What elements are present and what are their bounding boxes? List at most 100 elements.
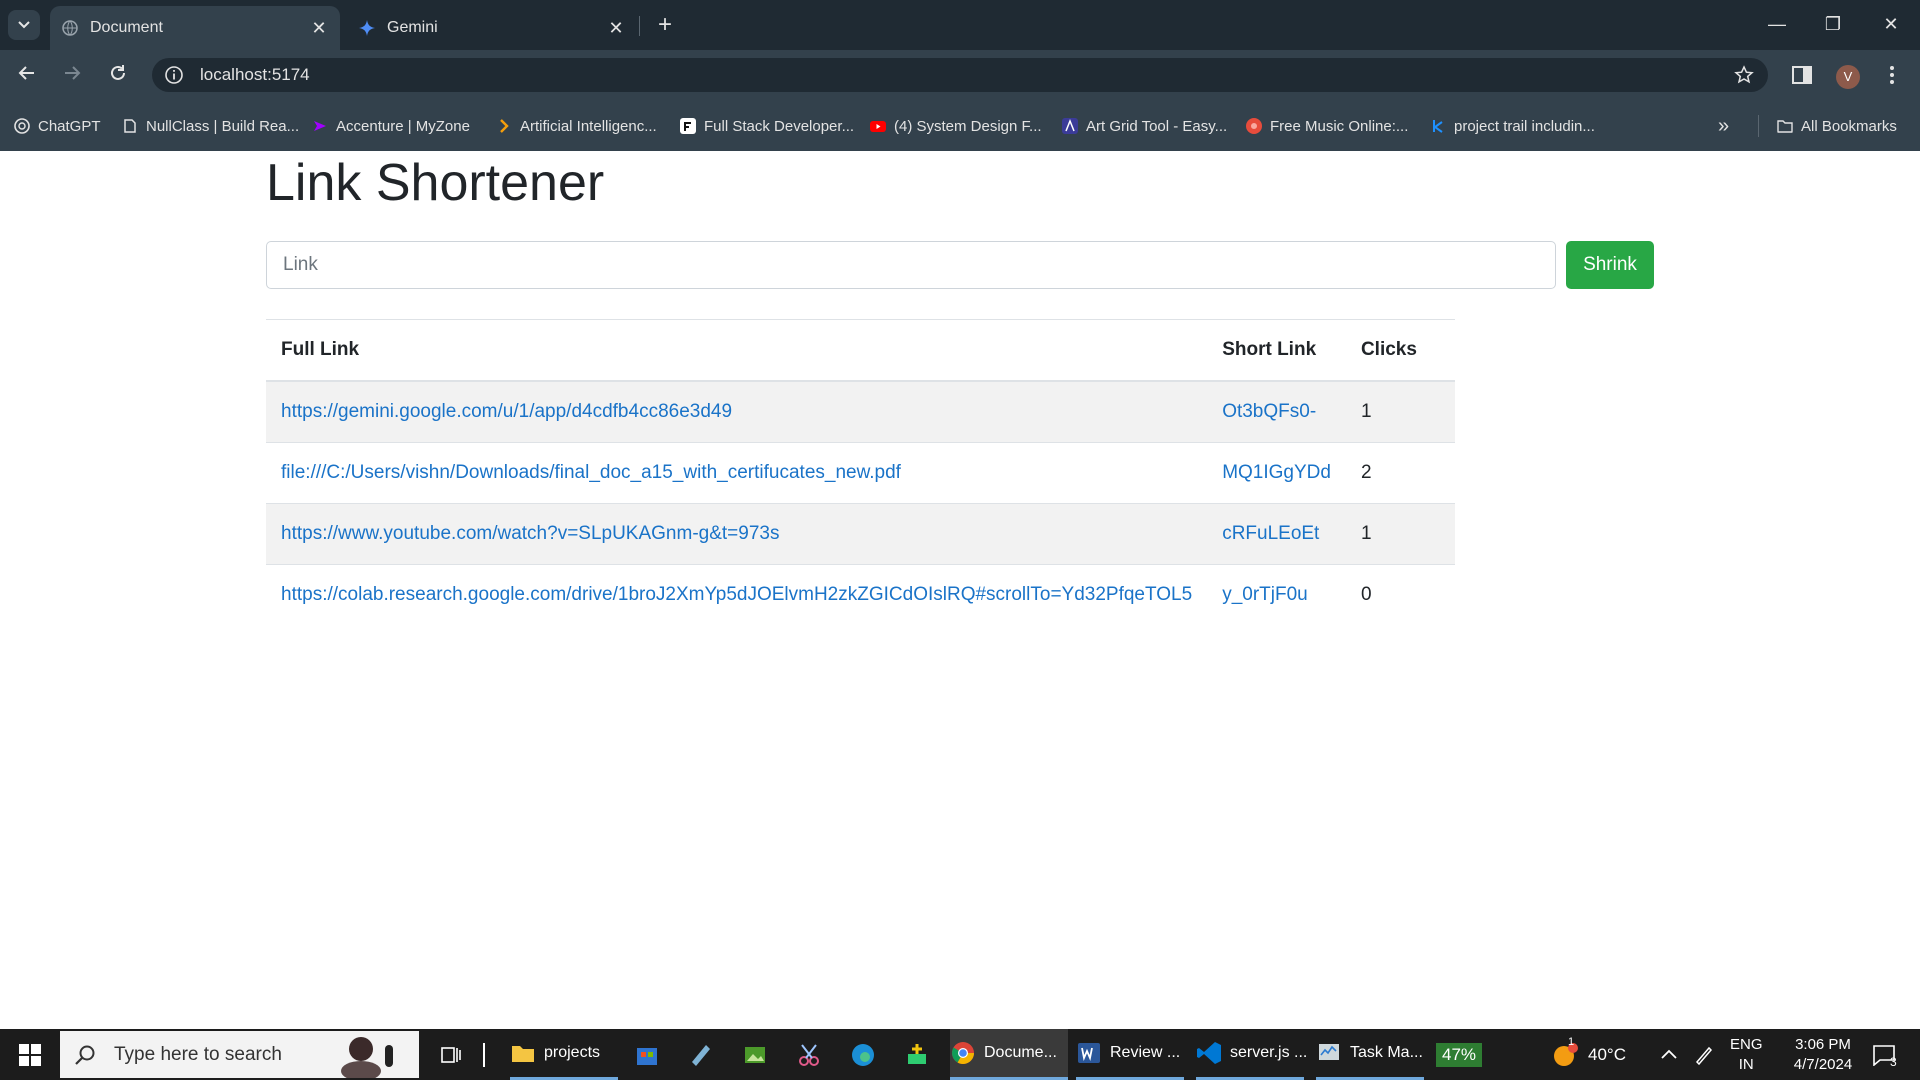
taskbar-app-edge[interactable]	[850, 1029, 882, 1080]
minimize-button[interactable]: —	[1762, 10, 1792, 38]
clicks-cell: 1	[1345, 503, 1455, 565]
close-window-button[interactable]: ✕	[1876, 10, 1906, 38]
column-header-short-link: Short Link	[1207, 319, 1346, 382]
forward-button[interactable]	[57, 61, 87, 91]
tab-document[interactable]: Document ✕	[50, 6, 340, 50]
pen-icon	[1695, 1046, 1713, 1065]
scissors-icon	[799, 1043, 819, 1066]
site-info-icon[interactable]	[164, 65, 184, 85]
language-indicator[interactable]: ENG IN	[1730, 1029, 1763, 1080]
short-link[interactable]: y_0rTjF0u	[1222, 584, 1308, 605]
task-view-icon	[441, 1046, 461, 1063]
short-link[interactable]: Ot3bQFs0-	[1222, 401, 1316, 422]
chevron-right-icon	[500, 119, 509, 133]
notification-center-button[interactable]: 3	[1872, 1029, 1897, 1080]
game-icon	[908, 1043, 926, 1064]
page-title: Link Shortener	[266, 154, 605, 212]
hidden-icons-button[interactable]	[1660, 1029, 1678, 1080]
taskbar-app-image-viewer[interactable]	[742, 1029, 774, 1080]
taskbar-app-word[interactable]: Review ...	[1076, 1029, 1184, 1080]
short-link-cell: cRFuLEoEt	[1207, 503, 1346, 565]
short-link[interactable]: cRFuLEoEt	[1222, 523, 1319, 544]
chatgpt-icon	[14, 118, 30, 134]
url-text: localhost:5174	[200, 65, 310, 84]
new-tab-button[interactable]: +	[652, 12, 678, 38]
tab-divider	[639, 16, 640, 36]
full-link[interactable]: https://www.youtube.com/watch?v=SLpUKAGn…	[281, 523, 779, 544]
profile-avatar[interactable]: V	[1836, 65, 1860, 89]
close-icon[interactable]: ✕	[607, 18, 625, 39]
table-header-row: Full Link Short Link Clicks	[266, 319, 1455, 382]
taskbar-app-store[interactable]	[634, 1029, 666, 1080]
restore-button[interactable]: ❐	[1818, 10, 1848, 38]
taskbar-app-chrome[interactable]: Docume...	[950, 1029, 1068, 1080]
taskbar-search-box[interactable]: Type here to search	[60, 1031, 419, 1078]
folder-icon	[512, 1046, 534, 1062]
clicks-cell: 1	[1345, 380, 1455, 443]
pen-menu-button[interactable]	[1694, 1029, 1714, 1080]
back-button[interactable]	[12, 61, 42, 91]
notification-count: 3	[1890, 1054, 1897, 1069]
windows-logo-icon	[19, 1043, 41, 1066]
word-icon	[1078, 1043, 1100, 1063]
browser-toolbar: localhost:5174	[0, 50, 1920, 100]
table-row: https://gemini.google.com/u/1/app/d4cdfb…	[266, 380, 1455, 443]
tab-search-button[interactable]	[8, 10, 40, 40]
task-view-button[interactable]	[436, 1029, 466, 1080]
start-button[interactable]	[0, 1029, 60, 1080]
address-bar[interactable]: localhost:5174	[152, 58, 1768, 92]
double-chevron-icon: »	[1718, 114, 1730, 137]
all-bookmarks-button[interactable]: All Bookmarks	[1758, 115, 1897, 137]
full-link[interactable]: file:///C:/Users/vishn/Downloads/final_d…	[281, 462, 901, 483]
taskbar-divider	[483, 1029, 493, 1080]
clock[interactable]: 3:06 PM 4/7/2024	[1778, 1029, 1868, 1080]
battery-meter[interactable]: 47%	[1436, 1029, 1498, 1080]
tab-gemini[interactable]: Gemini ✕	[347, 6, 637, 50]
image-icon	[745, 1046, 765, 1063]
search-icon	[75, 1045, 95, 1065]
side-panel-icon[interactable]	[1790, 63, 1814, 87]
bookmark-nullclass[interactable]: NullClass | Build Rea...	[122, 115, 299, 137]
short-link-cell: Ot3bQFs0-	[1207, 380, 1346, 443]
full-link-cell: file:///C:/Users/vishn/Downloads/final_d…	[266, 442, 1208, 504]
weather-widget[interactable]: 1 40°C	[1552, 1029, 1626, 1080]
reload-button[interactable]	[103, 61, 133, 91]
notes-icon	[692, 1044, 710, 1066]
table-row: https://www.youtube.com/watch?v=SLpUKAGn…	[266, 503, 1455, 565]
short-link-cell: y_0rTjF0u	[1207, 564, 1346, 625]
bookmark-art-grid[interactable]: Art Grid Tool - Easy...	[1062, 115, 1227, 137]
full-link-cell: https://gemini.google.com/u/1/app/d4cdfb…	[266, 380, 1208, 443]
short-link-cell: MQ1IGgYDd	[1207, 442, 1346, 504]
bookmark-system-design[interactable]: (4) System Design F...	[870, 115, 1042, 137]
taskbar-app-notes[interactable]	[688, 1029, 720, 1080]
bookmark-chatgpt[interactable]: ChatGPT	[14, 115, 101, 137]
bookmark-ai[interactable]: Artificial Intelligenc...	[496, 115, 657, 137]
bookmark-star-icon[interactable]	[1734, 65, 1754, 85]
full-link[interactable]: https://colab.research.google.com/drive/…	[281, 584, 1192, 605]
accenture-icon	[314, 121, 326, 131]
gemini-sparkle-icon	[359, 20, 375, 36]
menu-dots-icon[interactable]	[1880, 63, 1904, 87]
bookmark-free-music[interactable]: Free Music Online:...	[1246, 115, 1408, 137]
bookmark-accenture[interactable]: Accenture | MyZone	[312, 115, 470, 137]
edge-icon	[852, 1043, 874, 1066]
close-icon[interactable]: ✕	[310, 18, 328, 39]
bookmark-fullstack[interactable]: Full Stack Developer...	[680, 115, 854, 137]
weather-temperature: 40°C	[1588, 1044, 1626, 1064]
short-link[interactable]: MQ1IGgYDd	[1222, 462, 1331, 483]
table-row: https://colab.research.google.com/drive/…	[266, 564, 1455, 625]
taskbar-app-snipping[interactable]	[796, 1029, 828, 1080]
link-input[interactable]	[266, 241, 1556, 289]
more-bookmarks-button[interactable]: »	[1718, 115, 1729, 137]
f-logo-icon	[680, 118, 696, 134]
music-icon	[1246, 118, 1262, 134]
taskbar-app-task-manager[interactable]: Task Ma...	[1316, 1029, 1424, 1080]
shrink-button[interactable]: Shrink	[1566, 241, 1654, 289]
full-link[interactable]: https://gemini.google.com/u/1/app/d4cdfb…	[281, 401, 732, 422]
full-link-cell: https://colab.research.google.com/drive/…	[266, 564, 1208, 625]
taskbar-app-game[interactable]	[904, 1029, 936, 1080]
bookmark-project-trail[interactable]: project trail includin...	[1430, 115, 1595, 137]
weather-alert-badge: 1	[1568, 1036, 1575, 1048]
taskbar-app-projects[interactable]: projects	[510, 1029, 618, 1080]
taskbar-app-vscode[interactable]: server.js ...	[1196, 1029, 1307, 1080]
